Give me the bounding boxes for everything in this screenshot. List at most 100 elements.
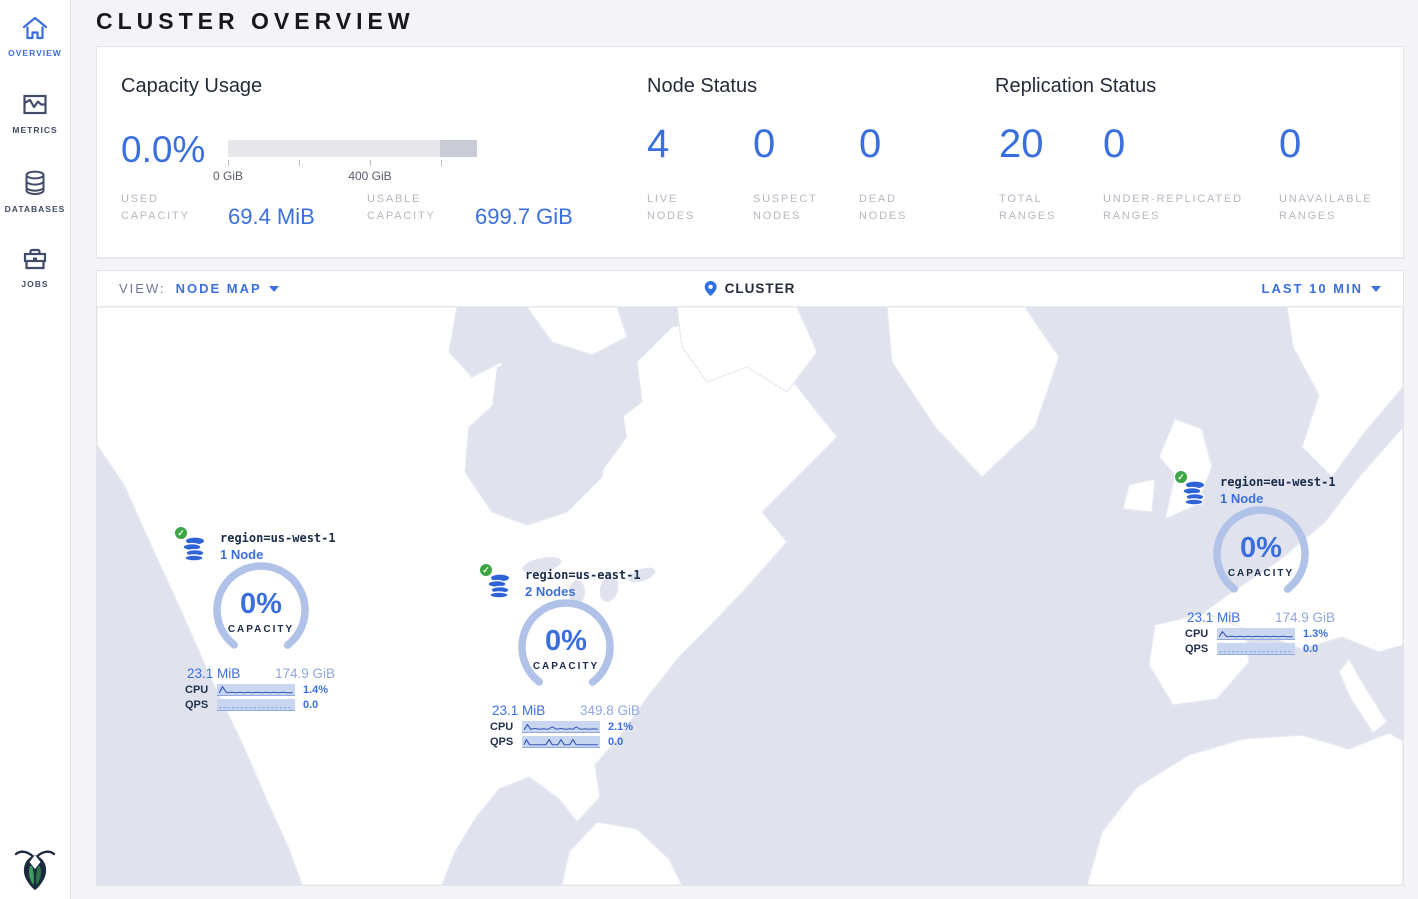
cpu-value: 2.1% (608, 721, 633, 733)
node-status-title: Node Status (647, 75, 757, 98)
axis-tick (299, 160, 300, 166)
axis-tick-label: 400 GiB (348, 169, 391, 183)
map-panel: VIEW: NODE MAP CLUSTER LAST 10 MIN (96, 270, 1404, 886)
cpu-metric-row: CPU 1.3% (1185, 628, 1337, 640)
cockroachdb-logo (13, 843, 57, 893)
replication-status-title: Replication Status (995, 75, 1156, 98)
sidebar-item-metrics[interactable]: METRICS (0, 77, 70, 154)
chevron-down-icon (1371, 286, 1381, 292)
sidebar-item-label: JOBS (21, 279, 48, 289)
sidebar-item-overview[interactable]: OVERVIEW (0, 0, 70, 77)
capacity-used-percent: 0.0% (121, 129, 205, 171)
sidebar: OVERVIEW METRICS DATABASES (0, 0, 71, 899)
capacity-values: 23.1 MiB 174.9 GiB (187, 666, 335, 681)
capacity-donut: 0% CAPACITY (510, 599, 622, 699)
capacity-label: CAPACITY (1205, 568, 1317, 579)
time-range-selector[interactable]: LAST 10 MIN (1262, 281, 1381, 296)
cpu-metric-row: CPU 2.1% (490, 721, 642, 733)
capacity-donut: 0% CAPACITY (1205, 506, 1317, 606)
used-capacity-value: 69.4 MiB (228, 204, 315, 230)
cpu-label: CPU (185, 684, 217, 696)
usable-capacity-label: USABLE CAPACITY (367, 191, 457, 225)
used-capacity: 23.1 MiB (492, 703, 545, 718)
region-header: ✓ region=us-east-1 2 Nodes (486, 560, 646, 599)
qps-sparkline (217, 699, 295, 711)
sidebar-item-jobs[interactable]: JOBS (0, 231, 70, 308)
metrics-chart-icon (20, 91, 50, 119)
qps-value: 0.0 (303, 699, 318, 711)
total-ranges-value: 20 (999, 122, 1044, 167)
database-stack-icon: ✓ (181, 535, 207, 561)
cpu-label: CPU (490, 721, 522, 733)
breadcrumb-label: CLUSTER (725, 281, 796, 296)
qps-label: QPS (185, 699, 217, 711)
region-label: region=us-west-1 (220, 531, 336, 545)
briefcase-icon (20, 245, 50, 273)
sidebar-item-databases[interactable]: DATABASES (0, 154, 70, 231)
total-capacity: 174.9 GiB (1275, 610, 1335, 625)
cpu-sparkline (522, 721, 600, 733)
breadcrumb[interactable]: CLUSTER (705, 281, 796, 296)
capacity-values: 23.1 MiB 349.8 GiB (492, 703, 640, 718)
node-map-region-us-east-1[interactable]: ✓ region=us-east-1 2 Nodes 0% CAPACITY 2… (486, 560, 646, 748)
node-map-region-us-west-1[interactable]: ✓ region=us-west-1 1 Node 0% CAPACITY 23… (181, 523, 341, 711)
home-icon (20, 14, 50, 42)
axis-tick-label: 0 GiB (213, 169, 243, 183)
total-ranges-label: TOTAL RANGES (999, 191, 1069, 225)
dead-nodes-value: 0 (859, 122, 881, 167)
axis-tick (228, 160, 229, 166)
node-count: 1 Node (1220, 491, 1336, 506)
capacity-usage-title: Capacity Usage (121, 75, 262, 98)
cpu-label: CPU (1185, 628, 1217, 640)
qps-label: QPS (1185, 643, 1217, 655)
status-ok-badge: ✓ (1174, 470, 1188, 484)
region-text: region=us-west-1 1 Node (220, 531, 336, 562)
cpu-metric-row: CPU 1.4% (185, 684, 337, 696)
database-stack-icon: ✓ (1181, 479, 1207, 505)
database-stack-icon: ✓ (486, 572, 512, 598)
live-nodes-label: LIVE NODES (647, 191, 709, 225)
axis-tick (441, 160, 442, 166)
status-ok-badge: ✓ (479, 563, 493, 577)
qps-metric-row: QPS 0.0 (185, 699, 337, 711)
total-capacity: 174.9 GiB (275, 666, 335, 681)
location-pin-icon (705, 281, 717, 296)
world-map: ✓ region=us-west-1 1 Node 0% CAPACITY 23… (97, 307, 1403, 885)
sidebar-item-label: METRICS (12, 125, 57, 135)
qps-sparkline (1217, 643, 1295, 655)
qps-metric-row: QPS 0.0 (1185, 643, 1337, 655)
cluster-overview-page: OVERVIEW METRICS DATABASES (0, 0, 1418, 899)
unavailable-ranges-value: 0 (1279, 122, 1301, 167)
summary-panel: Capacity Usage 0.0% 0 GiB 400 GiB USED C… (96, 46, 1404, 258)
live-nodes-value: 4 (647, 122, 669, 167)
qps-sparkline (522, 736, 600, 748)
region-label: region=eu-west-1 (1220, 475, 1336, 489)
qps-value: 0.0 (608, 736, 623, 748)
dead-nodes-label: DEAD NODES (859, 191, 921, 225)
region-text: region=us-east-1 2 Nodes (525, 568, 641, 599)
under-replicated-ranges-label: UNDER-REPLICATED RANGES (1103, 191, 1263, 225)
qps-metric-row: QPS 0.0 (490, 736, 642, 748)
suspect-nodes-value: 0 (753, 122, 775, 167)
capacity-label: CAPACITY (205, 624, 317, 635)
suspect-nodes-label: SUSPECT NODES (753, 191, 833, 225)
usable-capacity-value: 699.7 GiB (475, 204, 573, 230)
capacity-percent: 0% (205, 588, 317, 621)
region-header: ✓ region=us-west-1 1 Node (181, 523, 341, 562)
sidebar-item-label: DATABASES (5, 204, 66, 214)
cpu-value: 1.3% (1303, 628, 1328, 640)
qps-label: QPS (490, 736, 522, 748)
capacity-donut: 0% CAPACITY (205, 562, 317, 662)
status-ok-badge: ✓ (174, 526, 188, 540)
view-selector[interactable]: NODE MAP (176, 281, 279, 296)
capacity-usage-bar (228, 140, 477, 157)
page-title: CLUSTER OVERVIEW (96, 8, 415, 35)
node-count: 1 Node (220, 547, 336, 562)
view-selector-value: NODE MAP (176, 281, 262, 296)
view-label: VIEW: (119, 281, 166, 296)
cpu-value: 1.4% (303, 684, 328, 696)
axis-tick (370, 160, 371, 166)
map-view-bar: VIEW: NODE MAP CLUSTER LAST 10 MIN (97, 271, 1403, 307)
node-map-region-eu-west-1[interactable]: ✓ region=eu-west-1 1 Node 0% CAPACITY 23… (1181, 467, 1341, 655)
used-capacity-label: USED CAPACITY (121, 191, 207, 225)
